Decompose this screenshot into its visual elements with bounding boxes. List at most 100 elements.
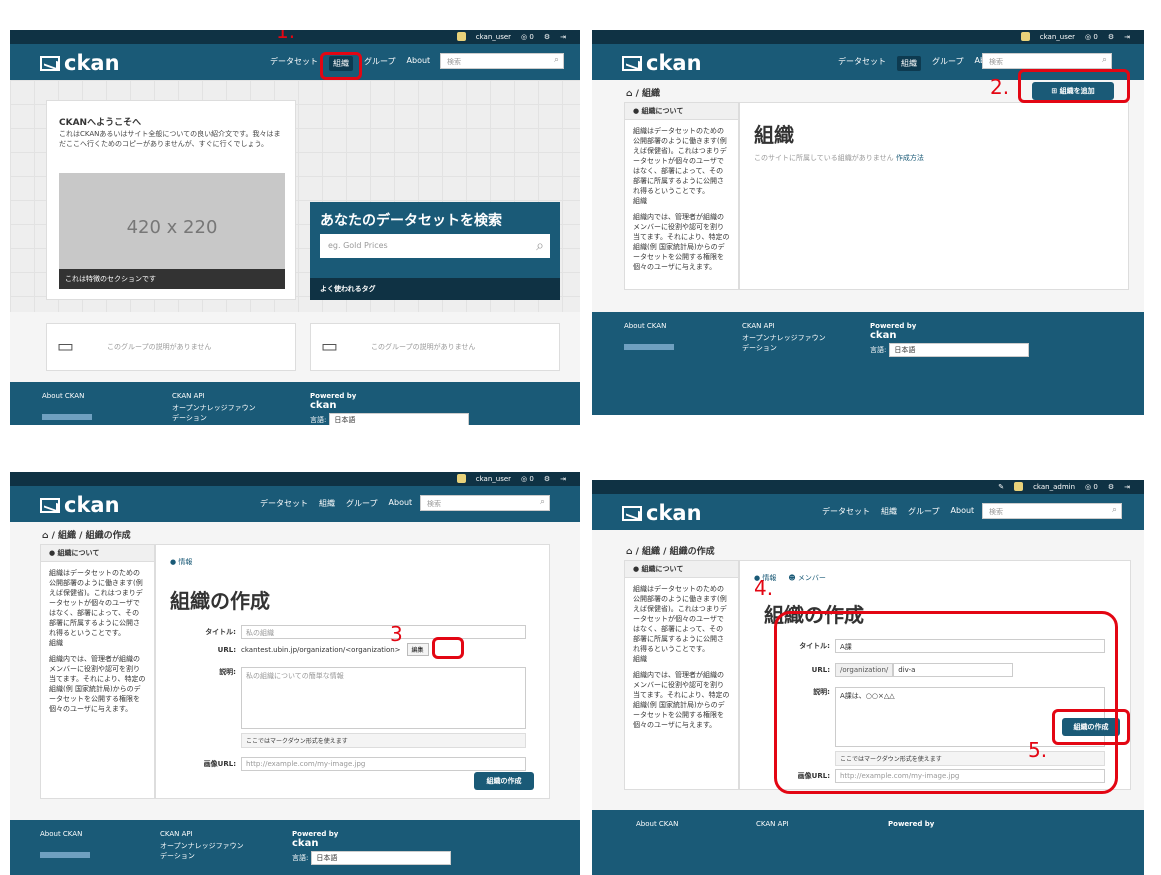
- footer-ckan-logo[interactable]: ckan: [292, 838, 451, 849]
- logout-icon[interactable]: ⇥: [1124, 33, 1130, 41]
- logout-icon[interactable]: ⇥: [560, 475, 566, 483]
- tab-info[interactable]: ● 情報: [170, 557, 192, 567]
- nav-dataset[interactable]: データセット: [838, 56, 886, 71]
- sidebar-heading: 組織について: [641, 565, 684, 573]
- dashboard-icon[interactable]: ◎ 0: [1085, 33, 1098, 41]
- footer-about-link[interactable]: About CKAN: [636, 820, 678, 828]
- avatar[interactable]: [456, 32, 466, 41]
- footer-license-link[interactable]: オープンナレッジファウンデーション: [160, 841, 250, 861]
- avatar[interactable]: [456, 474, 466, 483]
- group-card-2[interactable]: ▭ このグループの説明がありません: [310, 323, 560, 371]
- nav-dataset[interactable]: データセット: [260, 498, 308, 509]
- gear-icon[interactable]: ⚙: [544, 475, 550, 483]
- search-icon[interactable]: ⌕: [1102, 55, 1107, 65]
- ckan-logo[interactable]: ckan: [622, 501, 702, 525]
- nav-organization[interactable]: 組織: [881, 506, 897, 517]
- gear-icon[interactable]: ⚙: [1108, 33, 1114, 41]
- tab-members[interactable]: ☻ メンバー: [788, 573, 826, 583]
- nav-about[interactable]: About: [951, 506, 975, 517]
- nav-group[interactable]: グループ: [346, 498, 378, 509]
- ckan-logo[interactable]: ckan: [40, 51, 120, 75]
- powered-by-label: Powered by: [292, 830, 339, 838]
- nav-organization[interactable]: 組織: [319, 498, 335, 509]
- logout-icon[interactable]: ⇥: [560, 33, 566, 41]
- search-icon[interactable]: ⌕: [536, 234, 544, 258]
- nav-dataset[interactable]: データセット: [822, 506, 870, 517]
- ckan-logo-icon: [40, 55, 60, 71]
- nav-organization[interactable]: 組織: [897, 56, 921, 71]
- footer-about-link[interactable]: About CKAN: [624, 322, 674, 330]
- gear-icon[interactable]: ⚙: [1108, 483, 1114, 491]
- footer-about-link[interactable]: About CKAN: [42, 392, 92, 400]
- highlight-add-organization: [1018, 69, 1130, 103]
- how-to-link[interactable]: 作成方法: [896, 154, 924, 162]
- page-title: 組織の作成: [170, 589, 270, 613]
- home-icon[interactable]: ⌂: [626, 89, 632, 99]
- breadcrumb-organization[interactable]: 組織: [58, 531, 76, 541]
- description-textarea[interactable]: 私の組織についての簡単な情報: [241, 667, 526, 729]
- footer-ckan-logo[interactable]: ckan: [870, 330, 1029, 341]
- nav-about[interactable]: About: [407, 56, 431, 71]
- nav-group[interactable]: グループ: [364, 56, 396, 71]
- ckan-logo-icon: [622, 55, 642, 71]
- footer-api-link[interactable]: CKAN API: [172, 392, 262, 400]
- welcome-text: これはCKANあるいはサイト全般についての良い紹介文です。我々はまだここへ行くた…: [59, 130, 281, 148]
- footer-license-link[interactable]: オープンナレッジファウンデーション: [172, 403, 262, 423]
- footer-ckan-logo[interactable]: ckan: [310, 400, 469, 411]
- home-icon[interactable]: ⌂: [42, 531, 48, 541]
- language-select[interactable]: 日本語: [329, 413, 470, 425]
- group-card-1[interactable]: ▭ このグループの説明がありません: [46, 323, 296, 371]
- gear-icon[interactable]: ⚙: [544, 33, 550, 41]
- avatar[interactable]: [1020, 32, 1030, 41]
- breadcrumb-organization[interactable]: 組織: [642, 89, 660, 99]
- footer-api-link[interactable]: CKAN API: [756, 820, 789, 828]
- username-link[interactable]: ckan_user: [476, 475, 511, 483]
- nav-about[interactable]: About: [389, 498, 413, 509]
- dashboard-icon[interactable]: ◎ 0: [521, 33, 534, 41]
- search-icon[interactable]: ⌕: [1112, 505, 1117, 515]
- sysadmin-icon[interactable]: ✎: [998, 483, 1004, 491]
- url-edit-button[interactable]: 編集: [406, 643, 429, 656]
- search-icon[interactable]: ⌕: [540, 497, 545, 507]
- breadcrumb-create[interactable]: 組織の作成: [670, 547, 715, 557]
- create-organization-button[interactable]: 組織の作成: [474, 772, 534, 790]
- dataset-search-input[interactable]: eg. Gold Prices ⌕: [320, 234, 550, 258]
- home-icon[interactable]: ⌂: [626, 547, 632, 557]
- language-select[interactable]: 日本語: [889, 343, 1030, 357]
- avatar[interactable]: [1014, 482, 1024, 491]
- markdown-note[interactable]: ここではマークダウン形式を使えます: [241, 733, 526, 748]
- nav-group[interactable]: グループ: [932, 56, 964, 71]
- footer-license-link[interactable]: オープンナレッジファウンデーション: [742, 333, 832, 353]
- logout-icon[interactable]: ⇥: [1124, 483, 1130, 491]
- ckan-logo[interactable]: ckan: [622, 51, 702, 75]
- footer-api-link[interactable]: CKAN API: [160, 830, 250, 838]
- highlight-create-button: [1052, 709, 1130, 745]
- nav-dataset[interactable]: データセット: [270, 56, 318, 71]
- description-label: 説明:: [219, 668, 236, 676]
- ckan-logo[interactable]: ckan: [40, 493, 120, 517]
- site-search-input[interactable]: 検索 ⌕: [420, 495, 550, 511]
- site-search-input[interactable]: 検索 ⌕: [982, 503, 1122, 519]
- footer: About CKAN CKAN API Powered by: [592, 810, 1144, 875]
- username-link[interactable]: ckan_user: [1040, 33, 1075, 41]
- dashboard-icon[interactable]: ◎ 0: [521, 475, 534, 483]
- sidebar-text-2: 組織内では、管理者が組織のメンバーに役割や認可を割り当てます。それにより、特定の…: [49, 655, 146, 713]
- url-label: URL:: [217, 645, 236, 654]
- title-input[interactable]: 私の組織: [241, 625, 526, 639]
- footer-about-link[interactable]: About CKAN: [40, 830, 90, 838]
- search-icon[interactable]: ⌕: [554, 55, 559, 65]
- dashboard-icon[interactable]: ◎ 0: [1085, 483, 1098, 491]
- footer-api-link[interactable]: CKAN API: [742, 322, 832, 330]
- username-link[interactable]: ckan_user: [476, 33, 511, 41]
- sidebar-text-2: 組織内では、管理者が組織のメンバーに役割や認可を割り当てます。それにより、特定の…: [633, 671, 730, 729]
- breadcrumb-create[interactable]: 組織の作成: [86, 531, 131, 541]
- main-nav: ckan データセット 組織 グループ About 検索⌕: [10, 44, 580, 80]
- site-search-input[interactable]: 検索 ⌕: [982, 53, 1112, 69]
- site-search-input[interactable]: 検索 ⌕: [440, 53, 564, 69]
- image-url-input[interactable]: http://example.com/my-image.jpg: [241, 757, 526, 771]
- language-select[interactable]: 日本語: [311, 851, 452, 865]
- nav-group[interactable]: グループ: [908, 506, 940, 517]
- breadcrumb-organization[interactable]: 組織: [642, 547, 660, 557]
- popular-tags-heading: よく使われるタグ: [310, 278, 560, 300]
- username-link[interactable]: ckan_admin: [1033, 483, 1075, 491]
